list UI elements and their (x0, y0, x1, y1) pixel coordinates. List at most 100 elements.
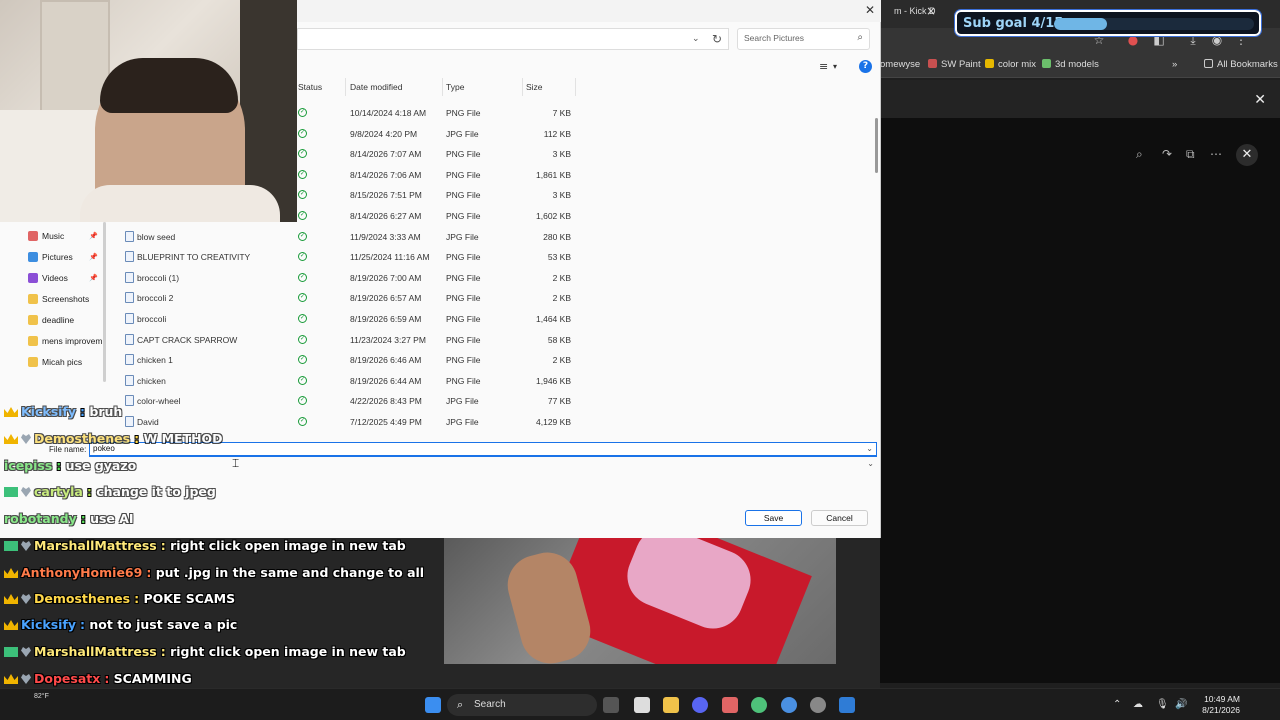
chat-username[interactable]: Kicksify (21, 617, 76, 632)
zoom-icon[interactable]: ⌕ (1136, 147, 1143, 162)
file-row[interactable]: ✓ 11/23/2024 3:27 PM PNG File 58 KB CAPT CRA… (125, 330, 881, 350)
task-view-icon[interactable] (603, 697, 619, 713)
file-row[interactable]: ✓ 8/14/2026 6:27 AM PNG File 1,602 KB (297, 206, 881, 226)
file-row[interactable]: ✓ 8/15/2026 7:51 PM PNG File 3 KB (297, 185, 881, 205)
file-row[interactable]: ✓ 11/25/2024 11:16 AM PNG File 53 KB BLUEPRI… (125, 247, 881, 267)
file-row[interactable]: ✓ 8/19/2026 6:59 AM PNG File 1,464 KB brocco… (125, 309, 881, 329)
nav-item-label[interactable]: deadline (42, 315, 74, 325)
chat-username[interactable]: icepiss (4, 458, 52, 473)
column-divider[interactable] (522, 78, 523, 96)
address-bar[interactable]: ⌄ ↻ (297, 28, 729, 50)
onedrive-icon[interactable]: ☁ (1133, 699, 1143, 710)
file-row[interactable]: ✓ 10/14/2024 4:18 AM PNG File 7 KB (297, 103, 881, 123)
chrome-icon[interactable] (781, 697, 797, 713)
cancel-button[interactable]: Cancel (811, 510, 868, 526)
column-size[interactable]: Size (526, 82, 543, 92)
chevron-down-icon[interactable]: ⌄ (867, 459, 874, 468)
app-icon[interactable] (722, 697, 738, 713)
chat-username[interactable]: AnthonyHomie69 (21, 565, 142, 580)
windows-start-icon[interactable] (425, 697, 441, 713)
chevron-down-icon[interactable]: ⌄ (692, 34, 700, 44)
column-divider[interactable] (575, 78, 576, 96)
bookmark-item[interactable]: omewyse (880, 59, 920, 70)
microphone-icon[interactable]: 🎙 (1156, 699, 1169, 710)
more-icon[interactable]: ⋯ (1210, 147, 1222, 161)
streamer-hair (100, 58, 238, 113)
nav-scrollbar[interactable] (103, 222, 106, 382)
column-date-modified[interactable]: Date modified (350, 82, 402, 92)
nav-item-label[interactable]: Screenshots (42, 294, 89, 304)
chevron-down-icon[interactable]: ⌄ (866, 444, 873, 453)
tab-close-icon[interactable]: × (926, 4, 936, 18)
file-row[interactable]: ✓ 8/14/2026 7:07 AM PNG File 3 KB (297, 144, 881, 164)
sub-badge-icon (4, 647, 18, 657)
all-bookmarks-button[interactable]: All Bookmarks (1204, 59, 1278, 70)
column-status[interactable]: Status (298, 82, 322, 92)
file-row[interactable]: ✓ 7/12/2025 4:49 PM JPG File 4,129 KB David (125, 412, 881, 432)
column-divider[interactable] (345, 78, 346, 96)
file-row[interactable]: ✓ 8/19/2026 6:44 AM PNG File 1,946 KB chicke… (125, 371, 881, 391)
pin-icon[interactable]: 📌 (89, 253, 98, 261)
clock[interactable]: 10:49 AM 8/21/2026 (1202, 694, 1240, 716)
nav-item-label[interactable]: Micah pics (42, 357, 82, 367)
taskbar-search[interactable]: ⌕ Search (447, 694, 597, 716)
help-icon[interactable]: ? (859, 60, 872, 73)
file-row[interactable]: ✓ 8/14/2026 7:06 AM PNG File 1,861 KB (297, 165, 881, 185)
chat-username[interactable]: Dopesatx (34, 671, 100, 686)
nav-item-label[interactable]: mens improvem (42, 336, 102, 346)
paint-icon[interactable] (839, 697, 855, 713)
column-type[interactable]: Type (446, 82, 464, 92)
volume-icon[interactable]: 🔊 (1175, 699, 1187, 710)
file-row[interactable]: ✓ 8/19/2026 7:00 AM PNG File 2 KB broccoli (… (125, 268, 881, 288)
column-headers: Status Date modified Type Size (297, 78, 881, 96)
chat-username[interactable]: Kicksify (21, 404, 76, 419)
search-input[interactable]: Search Pictures ⌕ (737, 28, 870, 50)
chat-separator: : (160, 538, 171, 553)
chat-username[interactable]: cartyla (34, 484, 83, 499)
bookmark-item[interactable]: 3d models (1042, 59, 1099, 70)
close-icon[interactable]: ✕ (865, 3, 875, 17)
file-row[interactable]: ✓ 8/19/2026 6:46 AM PNG File 2 KB chicken 1 (125, 350, 881, 370)
file-date: 8/14/2026 7:06 AM (350, 169, 422, 180)
chat-username[interactable]: Demosthenes (34, 431, 130, 446)
obs-icon[interactable] (810, 697, 826, 713)
pin-icon[interactable]: 📌 (89, 274, 98, 282)
chat-username[interactable]: Demosthenes (34, 591, 130, 606)
file-row[interactable]: ✓ 8/19/2026 6:57 AM PNG File 2 KB broccoli 2 (125, 288, 881, 308)
chat-text: use AI (90, 511, 134, 526)
file-row[interactable]: ✓ 4/22/2026 8:43 PM JPG File 77 KB color-whe… (125, 391, 881, 411)
refresh-icon[interactable]: ↻ (712, 32, 722, 46)
chat-username[interactable]: MarshallMattress (34, 644, 157, 659)
discord-icon[interactable] (692, 697, 708, 713)
search-icon: ⌕ (457, 698, 464, 711)
chevron-double-right-icon[interactable]: » (1172, 59, 1177, 70)
file-explorer-icon[interactable] (663, 697, 679, 713)
file-date: 8/19/2026 6:57 AM (350, 293, 422, 304)
bookmark-item[interactable]: color mix (985, 59, 1036, 70)
bookmark-item[interactable]: SW Paint (928, 59, 981, 70)
nav-item-label[interactable]: Pictures (42, 252, 73, 262)
notepad-icon[interactable] (634, 697, 650, 713)
chat-username[interactable]: robotandy (4, 511, 77, 526)
file-row[interactable]: ✓ 11/9/2024 3:33 AM JPG File 280 KB blow see… (125, 227, 881, 247)
save-button[interactable]: Save (745, 510, 802, 526)
view-list-icon[interactable]: ≡ (819, 60, 828, 73)
chevron-down-icon[interactable]: ▾ (833, 62, 837, 71)
open-external-icon[interactable]: ⧉ (1186, 147, 1195, 162)
rotate-icon[interactable]: ↷ (1162, 147, 1172, 161)
weather-widget[interactable]: 82°F (34, 693, 49, 700)
chevron-up-icon[interactable]: ⌃ (1113, 699, 1121, 710)
scrollbar[interactable] (875, 118, 878, 173)
pin-icon[interactable]: 📌 (89, 232, 98, 240)
nav-item-label[interactable]: Videos (42, 273, 68, 283)
column-divider[interactable] (442, 78, 443, 96)
nav-item-label[interactable]: Music (42, 231, 64, 241)
file-row[interactable]: ✓ 9/8/2024 4:20 PM JPG File 112 KB (297, 124, 881, 144)
close-icon[interactable]: ✕ (1236, 144, 1258, 166)
chat-username[interactable]: MarshallMattress (34, 538, 157, 553)
close-icon[interactable]: ✕ (1254, 92, 1266, 108)
app-icon[interactable] (751, 697, 767, 713)
file-name: blow seed (137, 231, 176, 242)
verified-badge-icon (21, 541, 31, 551)
save-as-type-dropdown[interactable]: ⌄ (89, 459, 877, 473)
